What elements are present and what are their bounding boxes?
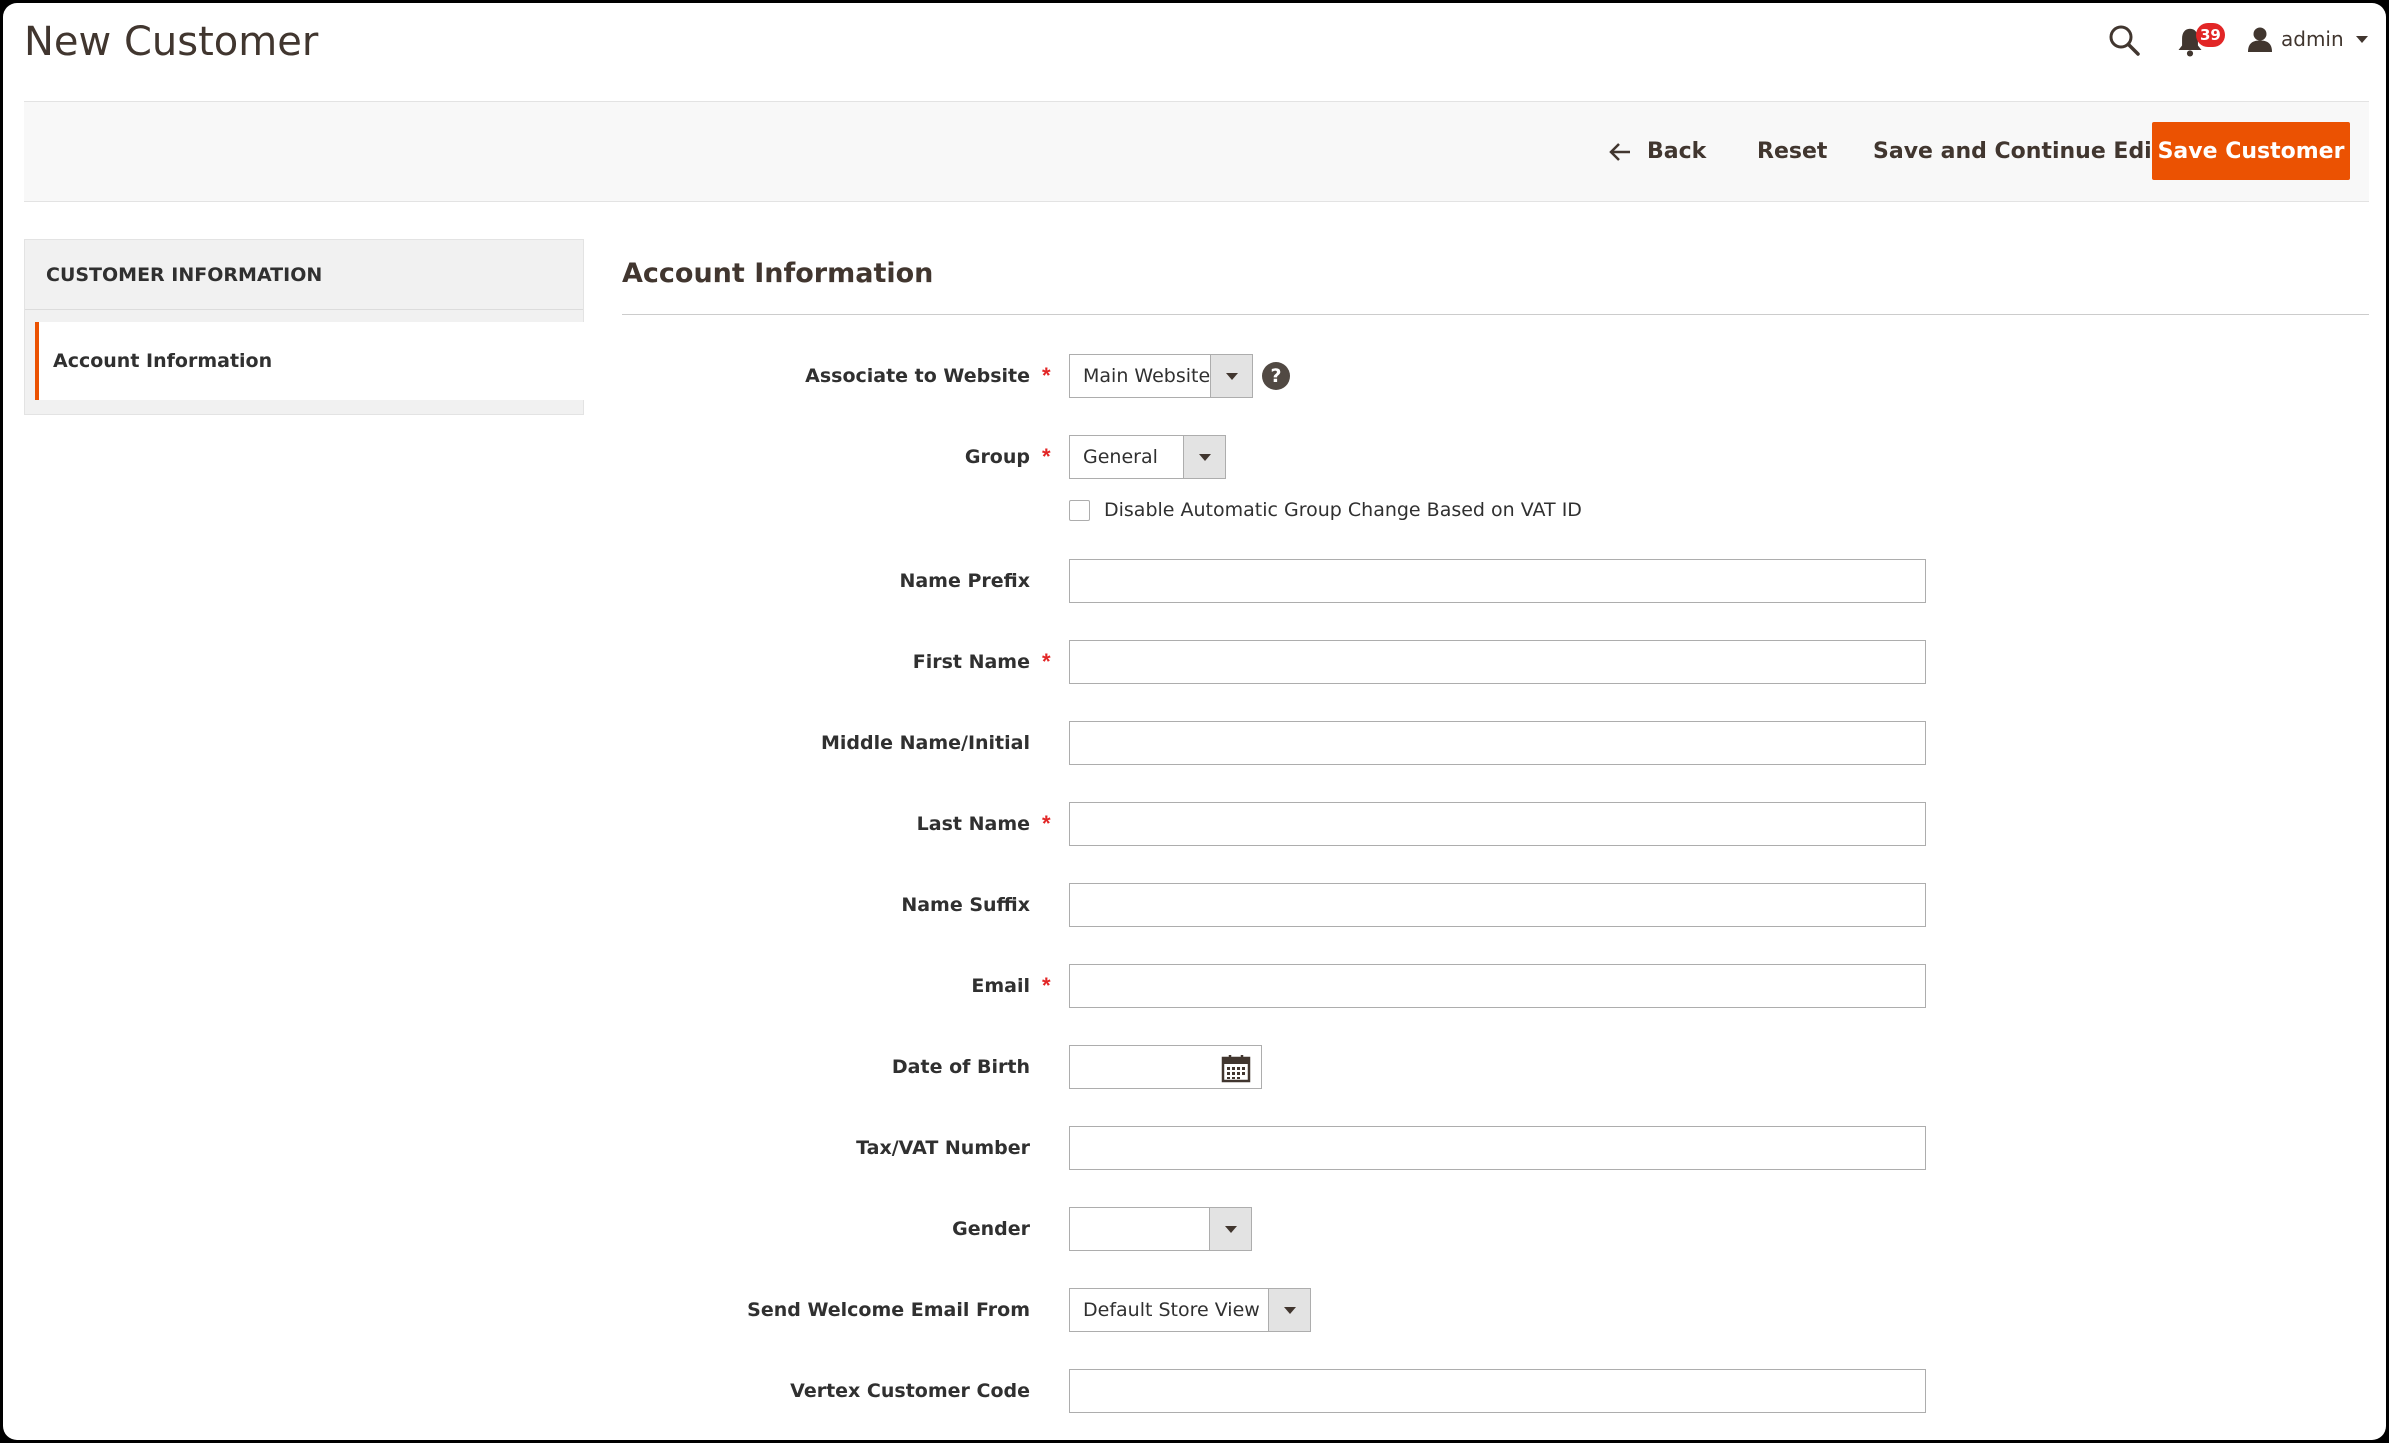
taxvat-input[interactable] <box>1069 1126 1926 1170</box>
dob-input[interactable] <box>1069 1045 1262 1089</box>
field-row-group: Group * General <box>622 435 2369 479</box>
email-input[interactable] <box>1069 964 1926 1008</box>
field-row-welcome-from: Send Welcome Email From Default Store Vi… <box>622 1288 2369 1332</box>
field-row-middle-name: Middle Name/Initial <box>622 721 2369 765</box>
middle-name-input[interactable] <box>1069 721 1926 765</box>
chevron-down-icon <box>2355 35 2368 43</box>
field-row-taxvat: Tax/VAT Number <box>622 1126 2369 1170</box>
search-icon[interactable] <box>2107 23 2141 57</box>
back-label: Back <box>1647 139 1707 164</box>
welcome-from-select-arrow <box>1268 1289 1310 1331</box>
section-divider <box>622 314 2369 315</box>
last-name-input[interactable] <box>1069 802 1926 846</box>
chevron-down-icon <box>1225 372 1238 380</box>
disable-group-change-checkbox[interactable] <box>1069 499 1090 521</box>
field-row-gender: Gender <box>622 1207 2369 1251</box>
gender-label: Gender <box>952 1218 1030 1240</box>
website-label: Associate to Website <box>805 365 1030 387</box>
page-title: New Customer <box>24 19 319 65</box>
back-button[interactable]: Back <box>1609 102 1706 201</box>
app-window: New Customer 39 admin Back Reset Save an… <box>3 3 2386 1440</box>
gender-select-arrow <box>1209 1208 1251 1250</box>
chevron-down-icon <box>1283 1306 1296 1314</box>
prefix-input[interactable] <box>1069 559 1926 603</box>
notifications-button[interactable]: 39 <box>2176 21 2226 61</box>
welcome-from-label: Send Welcome Email From <box>747 1299 1030 1321</box>
dob-label: Date of Birth <box>891 1056 1030 1078</box>
suffix-input[interactable] <box>1069 883 1926 927</box>
first-name-label: First Name <box>912 651 1030 673</box>
arrow-left-icon <box>1609 142 1630 161</box>
group-select-value: General <box>1083 446 1158 468</box>
vertex-code-input[interactable] <box>1069 1369 1926 1413</box>
required-mark: * <box>1042 649 1051 674</box>
last-name-label: Last Name <box>916 813 1030 835</box>
field-row-email: Email * <box>622 964 2369 1008</box>
notification-badge: 39 <box>2196 23 2225 47</box>
required-mark: * <box>1042 444 1051 469</box>
website-select[interactable]: Main Website <box>1069 354 1253 398</box>
section-title: Account Information <box>622 258 934 289</box>
group-label: Group <box>964 446 1030 468</box>
save-and-continue-button[interactable]: Save and Continue Edit <box>1873 102 2162 201</box>
prefix-label: Name Prefix <box>899 570 1030 592</box>
website-select-value: Main Website <box>1083 365 1211 387</box>
calendar-icon[interactable] <box>1221 1053 1251 1083</box>
user-menu[interactable]: admin <box>2247 23 2368 55</box>
welcome-from-select-value: Default Store View <box>1083 1299 1260 1321</box>
required-mark: * <box>1042 363 1051 388</box>
save-customer-button[interactable]: Save Customer <box>2152 122 2350 180</box>
middle-name-label: Middle Name/Initial <box>820 732 1030 754</box>
reset-button[interactable]: Reset <box>1757 102 1827 201</box>
disable-group-change-label[interactable]: Disable Automatic Group Change Based on … <box>1104 499 1582 521</box>
field-row-suffix: Name Suffix <box>622 883 2369 927</box>
suffix-label: Name Suffix <box>901 894 1030 916</box>
required-mark: * <box>1042 811 1051 836</box>
vertex-code-label: Vertex Customer Code <box>790 1380 1030 1402</box>
field-row-last-name: Last Name * <box>622 802 2369 846</box>
customer-info-sidebar: CUSTOMER INFORMATION Account Information <box>24 239 584 415</box>
email-label: Email <box>971 975 1030 997</box>
group-select-arrow <box>1183 436 1225 478</box>
page-actions-bar: Back Reset Save and Continue Edit Save C… <box>24 101 2369 202</box>
required-mark: * <box>1042 973 1051 998</box>
sidebar-heading: CUSTOMER INFORMATION <box>25 240 583 310</box>
field-row-prefix: Name Prefix <box>622 559 2369 603</box>
chevron-down-icon <box>1198 453 1211 461</box>
user-name: admin <box>2281 27 2344 51</box>
sidebar-item-account-information[interactable]: Account Information <box>35 322 584 400</box>
welcome-from-select[interactable]: Default Store View <box>1069 1288 1311 1332</box>
field-row-first-name: First Name * <box>622 640 2369 684</box>
taxvat-label: Tax/VAT Number <box>856 1137 1030 1159</box>
field-row-vertex-code: Vertex Customer Code <box>622 1369 2369 1413</box>
first-name-input[interactable] <box>1069 640 1926 684</box>
gender-select[interactable] <box>1069 1207 1252 1251</box>
website-select-arrow <box>1210 355 1252 397</box>
field-row-website: Associate to Website * Main Website ? <box>622 354 2369 398</box>
field-row-dob: Date of Birth <box>622 1045 2369 1089</box>
chevron-down-icon <box>1224 1225 1237 1233</box>
help-icon[interactable]: ? <box>1262 362 1290 390</box>
disable-group-change-row: Disable Automatic Group Change Based on … <box>1069 498 1582 522</box>
group-select[interactable]: General <box>1069 435 1226 479</box>
user-icon <box>2248 27 2272 52</box>
